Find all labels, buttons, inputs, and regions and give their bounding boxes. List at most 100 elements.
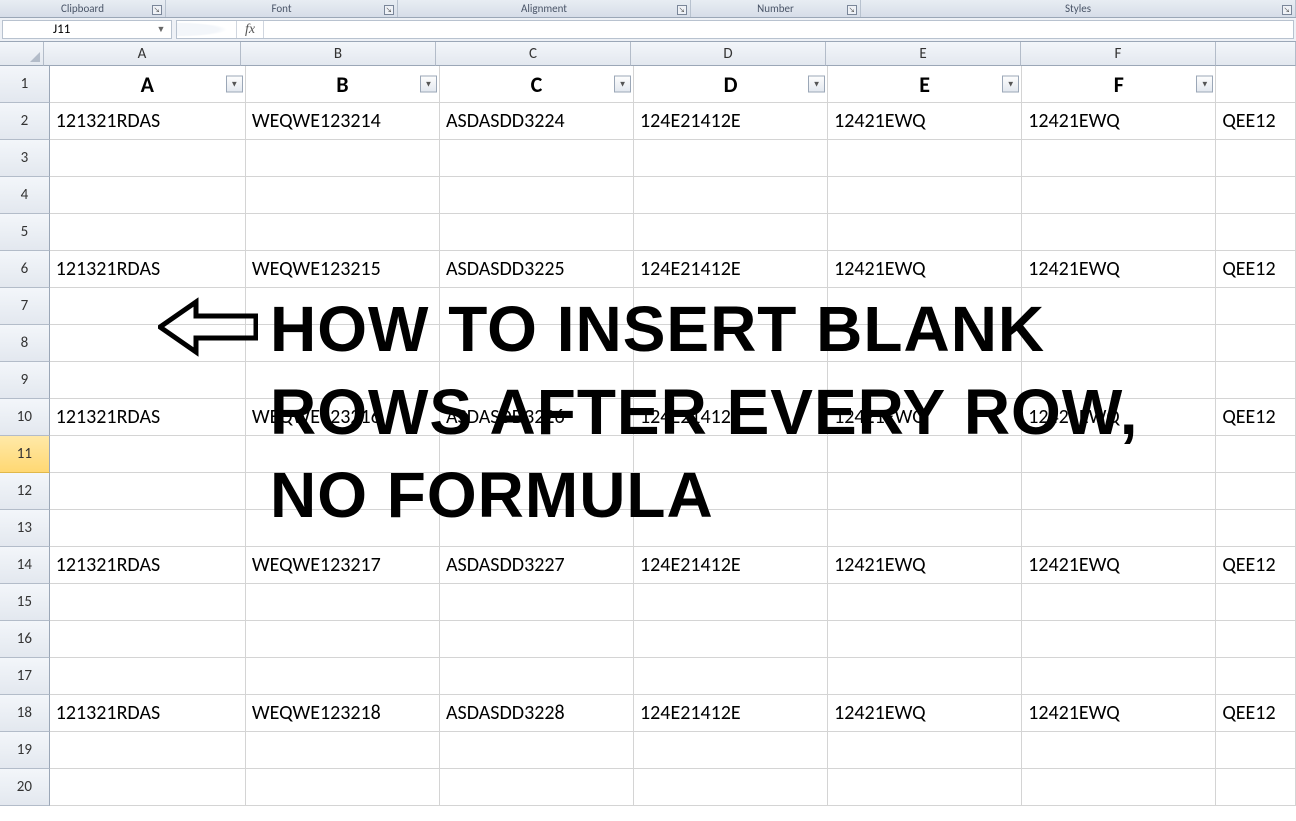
cell[interactable]	[440, 325, 634, 362]
column-header-A[interactable]: A	[44, 42, 241, 66]
cell[interactable]: QEE12	[1216, 103, 1296, 140]
cell[interactable]	[440, 140, 634, 177]
cell[interactable]: 121321RDAS	[50, 399, 246, 436]
row-header[interactable]: 2	[0, 103, 50, 140]
cell[interactable]	[50, 214, 246, 251]
filter-dropdown-icon[interactable]: ▼	[420, 76, 437, 93]
column-header-E[interactable]: E	[826, 42, 1021, 66]
cell[interactable]: 124E21412E	[634, 547, 828, 584]
cell[interactable]	[246, 140, 440, 177]
cell[interactable]	[1022, 325, 1216, 362]
cell[interactable]: 121321RDAS	[50, 547, 246, 584]
cell[interactable]	[50, 140, 246, 177]
cell[interactable]	[50, 658, 246, 695]
cell[interactable]	[1216, 214, 1296, 251]
row-header[interactable]: 1	[0, 66, 50, 103]
cell[interactable]	[828, 658, 1022, 695]
row-header[interactable]: 19	[0, 732, 50, 769]
cell[interactable]	[440, 621, 634, 658]
cell[interactable]	[1216, 288, 1296, 325]
cell[interactable]: 12421EWQ	[828, 103, 1022, 140]
dialog-launcher-icon[interactable]: ↘	[847, 5, 857, 15]
cell[interactable]: 124E21412E	[634, 695, 828, 732]
header-cell[interactable]: B▼	[246, 66, 440, 103]
cell[interactable]	[634, 177, 828, 214]
cell[interactable]	[634, 288, 828, 325]
dialog-launcher-icon[interactable]: ↘	[384, 5, 394, 15]
cell[interactable]: QEE12	[1216, 695, 1296, 732]
cell[interactable]	[1216, 177, 1296, 214]
cell[interactable]: WEQWE123218	[246, 695, 440, 732]
cell[interactable]	[246, 658, 440, 695]
cell[interactable]	[828, 621, 1022, 658]
cell[interactable]	[1022, 621, 1216, 658]
select-all-corner[interactable]	[0, 42, 44, 66]
cell[interactable]	[50, 288, 246, 325]
cell[interactable]	[246, 732, 440, 769]
cell[interactable]	[1022, 288, 1216, 325]
column-header-D[interactable]: D	[631, 42, 826, 66]
dialog-launcher-icon[interactable]: ↘	[677, 5, 687, 15]
cell[interactable]: 12421EWQ	[1022, 695, 1216, 732]
cell[interactable]	[828, 288, 1022, 325]
cell[interactable]	[828, 362, 1022, 399]
cell[interactable]	[246, 177, 440, 214]
header-cell[interactable]: C▼	[440, 66, 634, 103]
cell[interactable]: QEE12	[1216, 251, 1296, 288]
cell[interactable]	[634, 658, 828, 695]
cell[interactable]	[634, 510, 828, 547]
cell[interactable]	[1216, 621, 1296, 658]
cell[interactable]: ASDASDD3228	[440, 695, 634, 732]
filter-dropdown-icon[interactable]: ▼	[1002, 76, 1019, 93]
filter-dropdown-icon[interactable]: ▼	[226, 76, 243, 93]
column-header-C[interactable]: C	[436, 42, 631, 66]
cell[interactable]	[246, 362, 440, 399]
cell[interactable]	[828, 584, 1022, 621]
cell[interactable]	[440, 214, 634, 251]
cell[interactable]	[246, 584, 440, 621]
row-header[interactable]: 11	[0, 436, 50, 473]
cell[interactable]	[246, 621, 440, 658]
row-header[interactable]: 18	[0, 695, 50, 732]
filter-dropdown-icon[interactable]: ▼	[1196, 76, 1213, 93]
cell[interactable]: 12421EWQ	[1022, 251, 1216, 288]
cell[interactable]	[440, 473, 634, 510]
row-header[interactable]: 12	[0, 473, 50, 510]
cell[interactable]	[1216, 769, 1296, 806]
cell[interactable]	[1022, 769, 1216, 806]
cell[interactable]: 12421EWQ	[828, 399, 1022, 436]
cell[interactable]	[828, 177, 1022, 214]
cell[interactable]	[1216, 436, 1296, 473]
cell[interactable]	[1022, 584, 1216, 621]
cell[interactable]	[1022, 140, 1216, 177]
cell[interactable]	[50, 473, 246, 510]
cell[interactable]	[246, 473, 440, 510]
cell[interactable]	[440, 288, 634, 325]
cell[interactable]	[828, 732, 1022, 769]
column-header-extra[interactable]	[1216, 42, 1296, 66]
cell[interactable]: 12421EWQ	[828, 251, 1022, 288]
cell[interactable]	[440, 436, 634, 473]
cell[interactable]	[440, 584, 634, 621]
row-header[interactable]: 16	[0, 621, 50, 658]
row-header[interactable]: 6	[0, 251, 50, 288]
cell[interactable]	[440, 732, 634, 769]
cell[interactable]: ASDASDD3227	[440, 547, 634, 584]
cell[interactable]: 124E21412E	[634, 103, 828, 140]
cell[interactable]: WEQWE123217	[246, 547, 440, 584]
cell[interactable]	[634, 362, 828, 399]
cell[interactable]	[634, 140, 828, 177]
header-cell[interactable]: D▼	[634, 66, 828, 103]
row-header[interactable]: 7	[0, 288, 50, 325]
header-cell[interactable]: E▼	[828, 66, 1022, 103]
cell[interactable]: 121321RDAS	[50, 103, 246, 140]
cell[interactable]	[828, 473, 1022, 510]
cell[interactable]: 121321RDAS	[50, 695, 246, 732]
cell[interactable]	[828, 769, 1022, 806]
cell[interactable]	[1216, 732, 1296, 769]
row-header[interactable]: 20	[0, 769, 50, 806]
cell[interactable]	[1022, 362, 1216, 399]
cell[interactable]	[1216, 658, 1296, 695]
cell[interactable]	[1216, 140, 1296, 177]
row-header[interactable]: 14	[0, 547, 50, 584]
